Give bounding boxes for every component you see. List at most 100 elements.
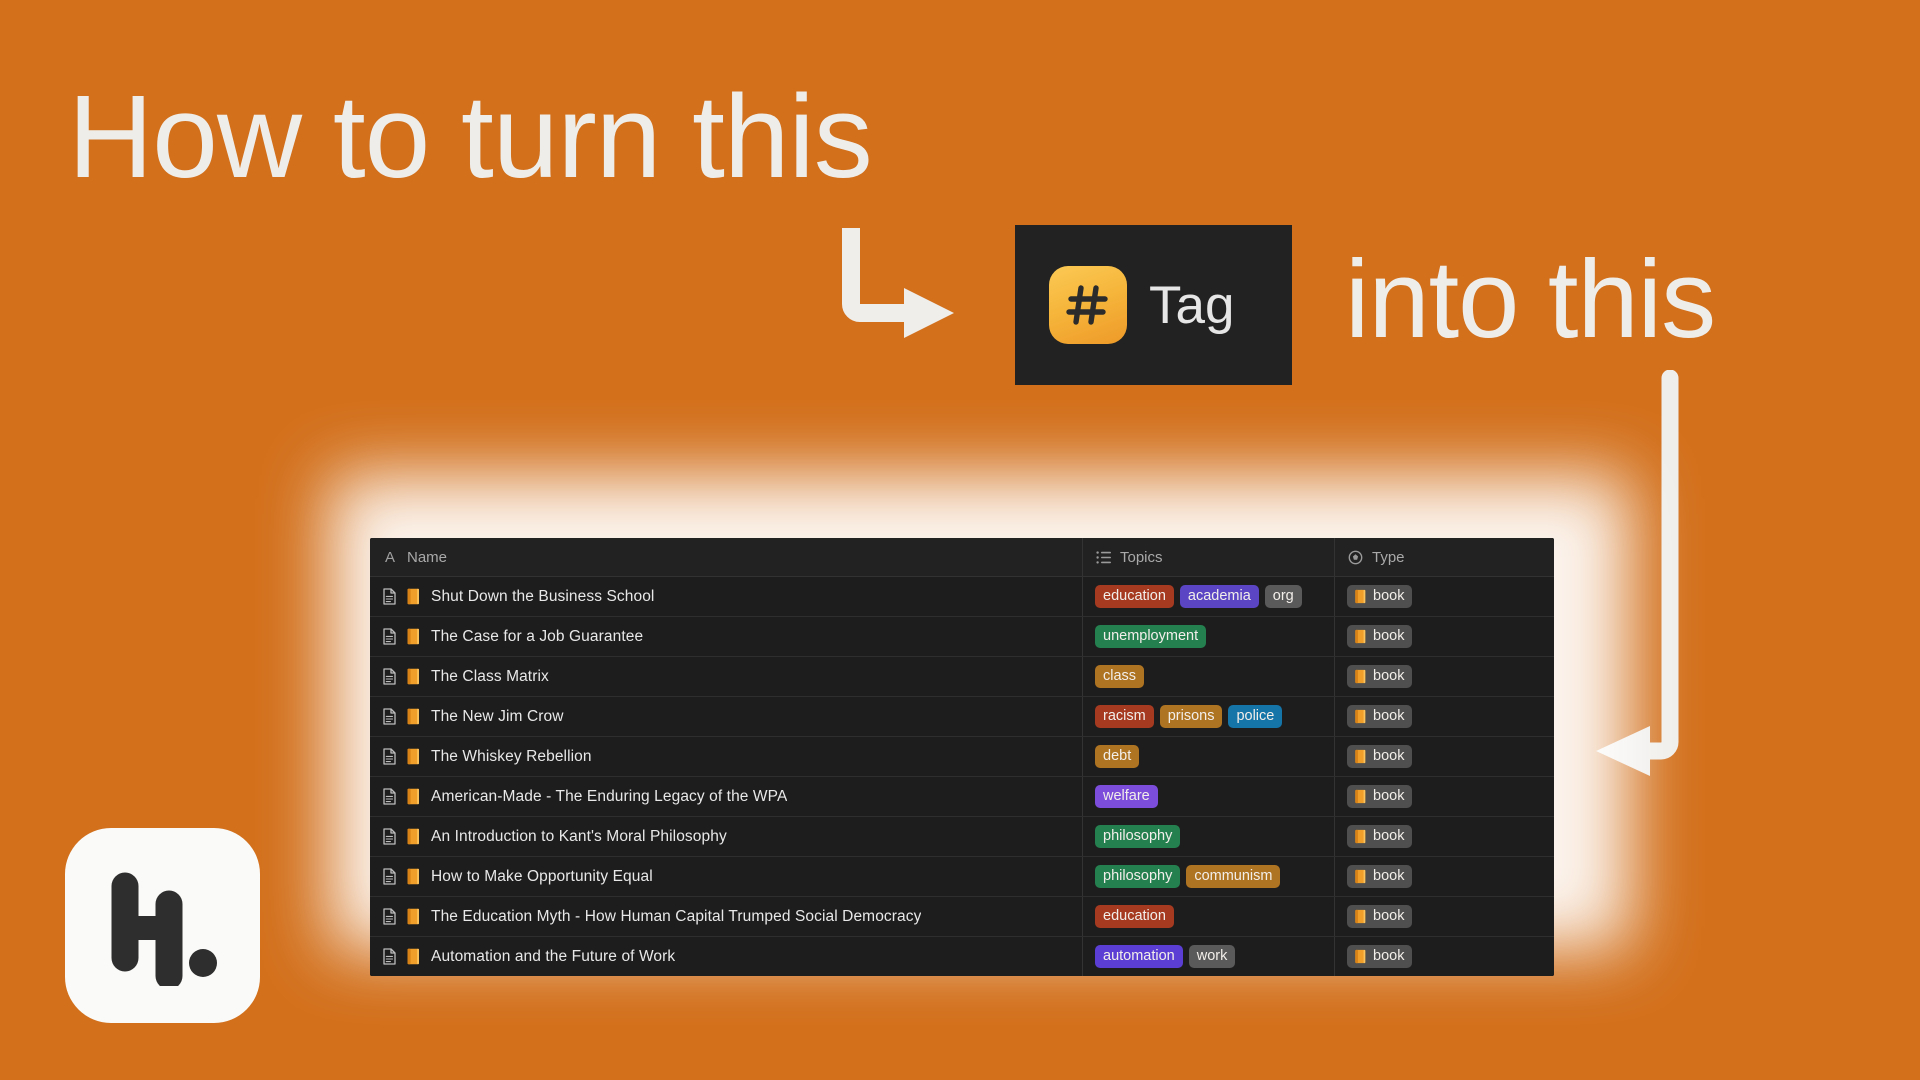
page-icon — [382, 908, 397, 925]
cell-type[interactable]: book — [1334, 697, 1554, 736]
type-pill[interactable]: book — [1347, 865, 1413, 888]
topic-pill[interactable]: debt — [1095, 745, 1140, 768]
type-pill[interactable]: book — [1347, 785, 1413, 808]
table-row[interactable]: The Education Myth - How Human Capital T… — [370, 897, 1554, 937]
cell-type[interactable]: book — [1334, 617, 1554, 656]
topic-pill[interactable]: philosophy — [1095, 865, 1181, 888]
closed-book-emoji — [1354, 749, 1367, 764]
type-pill-label: book — [1373, 948, 1405, 965]
closed-book-emoji — [1354, 949, 1367, 964]
topic-pill[interactable]: education — [1095, 585, 1174, 608]
page-icon — [382, 828, 397, 845]
tag-badge-label: Tag — [1149, 275, 1235, 335]
row-title: An Introduction to Kant's Moral Philosop… — [431, 827, 727, 845]
cell-topics[interactable]: education — [1082, 897, 1334, 936]
closed-book-emoji — [1354, 589, 1367, 604]
row-icon-group — [382, 588, 421, 605]
table-row[interactable]: The Case for a Job Guarantee unemployment… — [370, 617, 1554, 657]
topic-pill[interactable]: class — [1095, 665, 1145, 688]
cell-name[interactable]: An Introduction to Kant's Moral Philosop… — [370, 817, 1082, 856]
column-header-name[interactable]: A Name — [370, 538, 1082, 576]
topic-pill[interactable]: automation — [1095, 945, 1183, 968]
multi-select-icon — [1095, 549, 1111, 565]
topic-pill[interactable]: academia — [1179, 585, 1259, 608]
page-icon — [382, 668, 397, 685]
closed-book-emoji — [406, 948, 421, 965]
cell-name[interactable]: The Education Myth - How Human Capital T… — [370, 897, 1082, 936]
row-title: Shut Down the Business School — [431, 587, 655, 605]
closed-book-emoji — [406, 828, 421, 845]
type-pill[interactable]: book — [1347, 905, 1413, 928]
table-row[interactable]: American-Made - The Enduring Legacy of t… — [370, 777, 1554, 817]
cell-topics[interactable]: philosophy communism — [1082, 857, 1334, 896]
cell-type[interactable]: book — [1334, 577, 1554, 616]
type-pill-label: book — [1373, 748, 1405, 765]
cell-topics[interactable]: racism prisons police — [1082, 697, 1334, 736]
cell-type[interactable]: book — [1334, 937, 1554, 976]
type-pill-label: book — [1373, 588, 1405, 605]
cell-type[interactable]: book — [1334, 777, 1554, 816]
cell-name[interactable]: How to Make Opportunity Equal — [370, 857, 1082, 896]
type-pill[interactable]: book — [1347, 625, 1413, 648]
closed-book-emoji — [406, 588, 421, 605]
type-pill[interactable]: book — [1347, 585, 1413, 608]
topic-pill-group: automation work — [1095, 945, 1236, 968]
table-row[interactable]: The New Jim Crow racism prisons police book — [370, 697, 1554, 737]
cell-topics[interactable]: unemployment — [1082, 617, 1334, 656]
topic-pill[interactable]: racism — [1095, 705, 1154, 728]
cell-type[interactable]: book — [1334, 737, 1554, 776]
cell-name[interactable]: The Whiskey Rebellion — [370, 737, 1082, 776]
topic-pill[interactable]: prisons — [1159, 705, 1223, 728]
cell-topics[interactable]: education academia org — [1082, 577, 1334, 616]
cell-name[interactable]: The Class Matrix — [370, 657, 1082, 696]
cell-topics[interactable]: welfare — [1082, 777, 1334, 816]
table-row[interactable]: How to Make Opportunity Equal philosophy c… — [370, 857, 1554, 897]
table-row[interactable]: Shut Down the Business School education ac… — [370, 577, 1554, 617]
cell-type[interactable]: book — [1334, 657, 1554, 696]
type-pill[interactable]: book — [1347, 825, 1413, 848]
topic-pill[interactable]: police — [1228, 705, 1283, 728]
type-pill[interactable]: book — [1347, 745, 1413, 768]
type-pill[interactable]: book — [1347, 705, 1413, 728]
cell-type[interactable]: book — [1334, 897, 1554, 936]
cell-topics[interactable]: class — [1082, 657, 1334, 696]
topic-pill[interactable]: welfare — [1095, 785, 1158, 808]
closed-book-emoji — [1354, 869, 1367, 884]
topic-pill[interactable]: communism — [1186, 865, 1281, 888]
elbow-arrow-down-right-icon — [840, 219, 970, 348]
cell-topics[interactable]: philosophy — [1082, 817, 1334, 856]
cell-name[interactable]: Automation and the Future of Work — [370, 937, 1082, 976]
table-row[interactable]: The Whiskey Rebellion debt book — [370, 737, 1554, 777]
table-row[interactable]: Automation and the Future of Work automat… — [370, 937, 1554, 976]
topic-pill-group: philosophy — [1095, 825, 1181, 848]
topic-pill[interactable]: education — [1095, 905, 1174, 928]
topic-pill-group: racism prisons police — [1095, 705, 1283, 728]
topic-pill[interactable]: philosophy — [1095, 825, 1181, 848]
cell-topics[interactable]: debt — [1082, 737, 1334, 776]
topic-pill[interactable]: work — [1188, 945, 1236, 968]
column-header-type[interactable]: Type — [1334, 538, 1554, 576]
column-header-topics[interactable]: Topics — [1082, 538, 1334, 576]
cell-name[interactable]: The Case for a Job Guarantee — [370, 617, 1082, 656]
topic-pill[interactable]: unemployment — [1095, 625, 1207, 648]
cell-type[interactable]: book — [1334, 857, 1554, 896]
cell-topics[interactable]: automation work — [1082, 937, 1334, 976]
table-row[interactable]: An Introduction to Kant's Moral Philosop… — [370, 817, 1554, 857]
table-row[interactable]: The Class Matrix class book — [370, 657, 1554, 697]
cell-name[interactable]: American-Made - The Enduring Legacy of t… — [370, 777, 1082, 816]
page-icon — [382, 948, 397, 965]
cell-name[interactable]: The New Jim Crow — [370, 697, 1082, 736]
topic-pill[interactable]: org — [1264, 585, 1302, 608]
page-icon — [382, 588, 397, 605]
cell-type[interactable]: book — [1334, 817, 1554, 856]
row-title: The Class Matrix — [431, 667, 549, 685]
type-pill-label: book — [1373, 668, 1405, 685]
topic-pill-group: debt — [1095, 745, 1140, 768]
row-icon-group — [382, 748, 421, 765]
database-table: A Name Topics Type Shut Down the Busines… — [370, 538, 1554, 976]
cell-name[interactable]: Shut Down the Business School — [370, 577, 1082, 616]
row-icon-group — [382, 788, 421, 805]
type-pill[interactable]: book — [1347, 665, 1413, 688]
closed-book-emoji — [406, 748, 421, 765]
type-pill[interactable]: book — [1347, 945, 1413, 968]
